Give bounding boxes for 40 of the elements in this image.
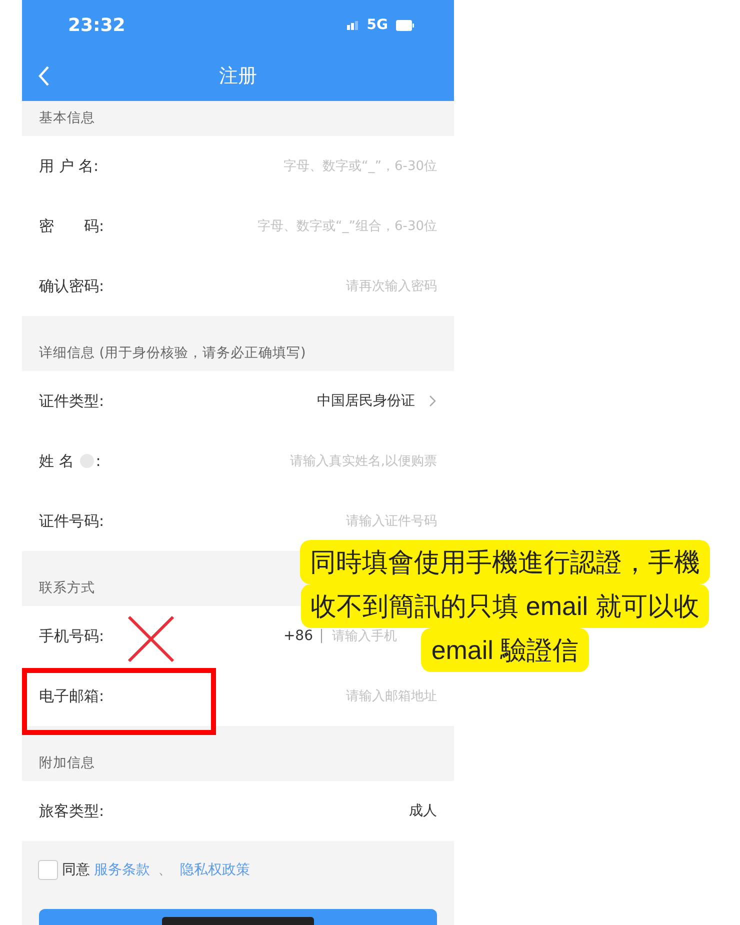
field-label: 手机号码: <box>39 626 104 646</box>
input-field[interactable]: 请输入手机 <box>332 627 397 645</box>
field-label: 电子邮箱: <box>39 686 104 706</box>
privacy-link[interactable]: 隐私权政策 <box>180 861 250 879</box>
section-header: 附加信息 <box>39 755 95 771</box>
field-label: 用 户 名: <box>39 156 99 176</box>
input-field[interactable]: 请再次输入密码 <box>346 277 437 295</box>
annotation-text: 同時填會使用手機進行認證，手機 <box>300 540 710 584</box>
input-field[interactable]: 请输入证件号码 <box>346 512 437 530</box>
cross-mark-icon <box>126 614 176 664</box>
annotation-text: email 驗證信 <box>421 628 589 672</box>
agree-checkbox[interactable] <box>38 860 58 880</box>
page-title: 注册 <box>219 64 257 88</box>
country-code[interactable]: +86 <box>283 628 313 644</box>
battery-icon <box>396 20 414 30</box>
section-header: 基本信息 <box>39 110 95 126</box>
field-label: 证件号码: <box>39 512 104 530</box>
back-icon[interactable] <box>38 66 50 86</box>
input-field[interactable]: 请输入邮箱地址 <box>346 687 437 705</box>
field-label: 姓 名 <box>39 452 74 470</box>
annotation-text: 收不到簡訊的只填 email 就可以收 <box>300 584 710 628</box>
network-label: 5G <box>366 17 388 33</box>
field-label: 旅客类型: <box>39 802 104 820</box>
separator: 、 <box>158 861 172 879</box>
input-field[interactable]: 请输入真实姓名,以便购票 <box>290 452 437 470</box>
chevron-right-icon <box>429 395 437 407</box>
field-label: : <box>96 452 101 470</box>
terms-link[interactable]: 服务条款 <box>94 861 150 879</box>
input-field[interactable]: 字母、数字或“_”组合，6-30位 <box>258 217 437 235</box>
field-value[interactable]: 成人 <box>409 802 437 820</box>
section-header: 详细信息 (用于身份核验，请务必正确填写) <box>39 345 306 361</box>
section-header: 联系方式 <box>39 580 95 596</box>
signal-icon <box>346 20 359 30</box>
field-label: 证件类型: <box>39 392 104 410</box>
select-value[interactable]: 中国居民身份证 <box>317 392 415 410</box>
input-field[interactable]: 字母、数字或“_”，6-30位 <box>284 157 437 175</box>
field-label: 密 码: <box>39 216 104 236</box>
field-label: 确认密码: <box>39 276 104 296</box>
status-time: 23:32 <box>68 14 126 36</box>
agree-text: 同意 <box>62 861 90 879</box>
